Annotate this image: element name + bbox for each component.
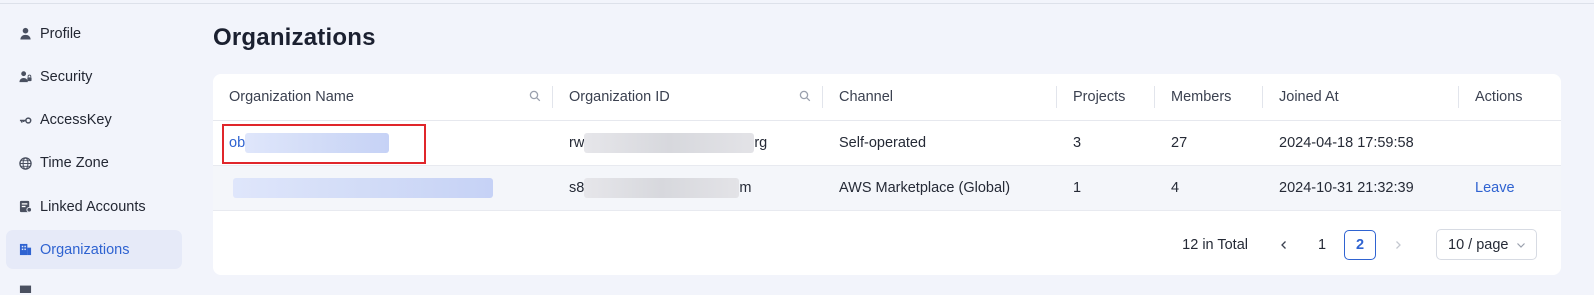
top-divider <box>0 0 1594 4</box>
sidebar-item-accesskey[interactable]: AccessKey <box>6 101 182 140</box>
page-size-select[interactable]: 10 / page <box>1436 229 1537 260</box>
column-header-projects: Projects <box>1057 74 1155 121</box>
redacted-text <box>233 177 493 198</box>
page-button-1[interactable]: 1 <box>1306 230 1338 260</box>
linked-accounts-icon <box>18 200 32 214</box>
sidebar-item-security[interactable]: Security <box>6 57 182 96</box>
members-cell: 27 <box>1155 120 1263 166</box>
user-icon <box>18 27 32 41</box>
key-icon <box>18 113 32 127</box>
sidebar-item-time-zone[interactable]: Time Zone <box>6 144 182 183</box>
partial-icon <box>18 280 32 294</box>
sidebar-item-profile[interactable]: Profile <box>6 14 182 53</box>
sidebar-item-cutoff[interactable] <box>6 274 182 294</box>
redacted-text <box>584 177 740 198</box>
column-header-members: Members <box>1155 74 1263 121</box>
projects-cell: 3 <box>1057 120 1155 166</box>
sidebar-item-label: Linked Accounts <box>40 198 146 215</box>
page-size-value: 10 / page <box>1448 236 1509 253</box>
globe-icon <box>18 156 32 170</box>
organization-name-cell[interactable] <box>213 165 553 211</box>
column-header-channel: Channel <box>823 74 1057 121</box>
column-header-joined-at: Joined At <box>1263 74 1459 121</box>
organization-id-cell: s8 m <box>553 165 823 211</box>
sidebar-item-label: Time Zone <box>40 155 109 172</box>
page-title: Organizations <box>213 24 376 51</box>
actions-cell <box>1459 120 1561 166</box>
joined-at-cell: 2024-10-31 21:32:39 <box>1263 165 1459 211</box>
highlight-box <box>222 124 426 164</box>
organization-id-cell: rw rg <box>553 120 823 166</box>
sidebar-item-label: AccessKey <box>40 112 112 129</box>
chevron-down-icon <box>1517 242 1525 248</box>
channel-cell: Self-operated <box>823 120 1057 166</box>
total-count: 12 in Total <box>1182 236 1248 253</box>
column-header-organization-id: Organization ID <box>553 74 823 121</box>
members-cell: 4 <box>1155 165 1263 211</box>
table-header-row: Organization Name Organization ID Channe… <box>213 74 1561 121</box>
page-button-2[interactable]: 2 <box>1344 229 1376 260</box>
sidebar: Profile Security AccessKey Time Zone Lin… <box>6 14 182 295</box>
sidebar-item-label: Security <box>40 68 93 85</box>
search-icon[interactable] <box>799 90 811 102</box>
sidebar-item-organizations[interactable]: Organizations <box>6 230 182 270</box>
sidebar-item-linked-accounts[interactable]: Linked Accounts <box>6 187 182 226</box>
actions-cell: Leave <box>1459 165 1561 211</box>
prev-page-button[interactable] <box>1268 230 1300 260</box>
building-icon <box>18 243 32 257</box>
table-row: s8 m AWS Marketplace (Global) 1 4 2024-10… <box>213 165 1561 211</box>
redacted-text <box>584 132 755 153</box>
joined-at-cell: 2024-04-18 17:59:58 <box>1263 120 1459 166</box>
chevron-left-icon <box>1281 240 1286 249</box>
leave-link[interactable]: Leave <box>1475 180 1515 196</box>
next-page-button[interactable] <box>1382 230 1414 260</box>
sidebar-item-label: Profile <box>40 25 82 42</box>
chevron-right-icon <box>1396 240 1401 249</box>
security-user-icon <box>18 70 32 84</box>
column-header-actions: Actions <box>1459 74 1561 121</box>
column-header-organization-name: Organization Name <box>213 74 553 121</box>
channel-cell: AWS Marketplace (Global) <box>823 165 1057 211</box>
search-icon[interactable] <box>529 90 541 102</box>
sidebar-item-label: Organizations <box>40 241 130 258</box>
projects-cell: 1 <box>1057 165 1155 211</box>
pagination: 12 in Total 1 2 10 / page <box>1182 229 1537 260</box>
